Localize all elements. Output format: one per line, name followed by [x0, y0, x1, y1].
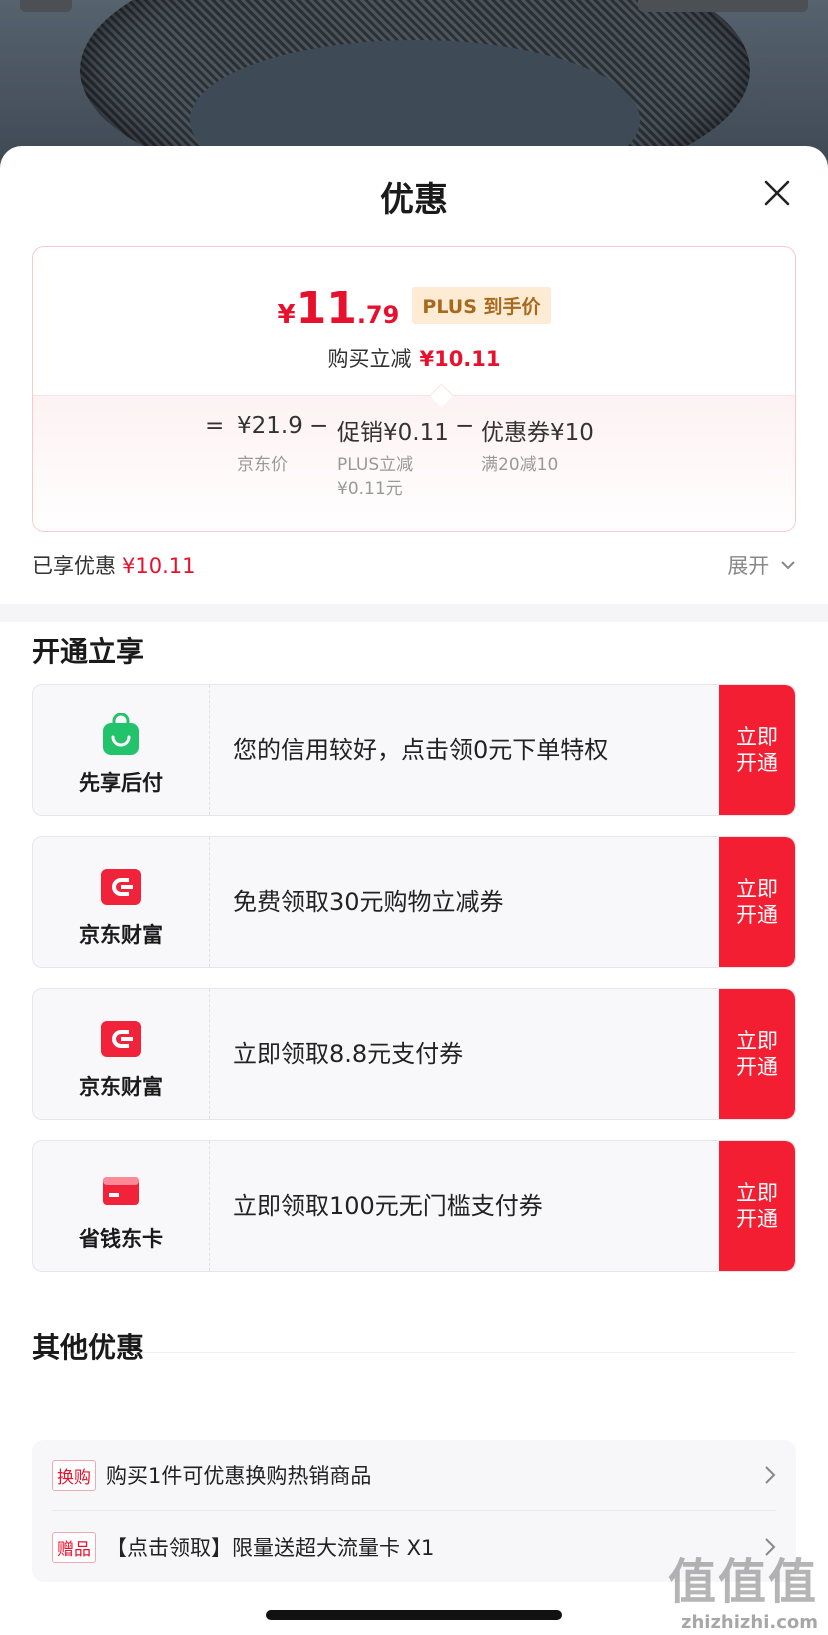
list-item-text: 【点击领取】限量送超大流量卡 X1	[106, 1536, 435, 1560]
offer-brand: 先享后付	[33, 685, 210, 815]
offer-name: 先享后付	[79, 771, 163, 795]
offer-name: 京东财富	[79, 1075, 163, 1099]
activate-button-label: 立即开通	[736, 1029, 778, 1079]
formula-promo: 促销¥0.11	[337, 420, 449, 446]
offer-brand: 京东财富	[33, 837, 210, 967]
back-button-partial[interactable]	[20, 0, 72, 12]
chevron-right-icon	[765, 1466, 776, 1484]
formula-minus: −	[455, 413, 475, 439]
activate-button[interactable]: 立即开通	[719, 685, 795, 815]
bank-card-icon	[103, 1177, 139, 1205]
discount-value: ¥10.11	[419, 347, 501, 371]
base-price-label: 京东价	[237, 455, 288, 475]
formula-equals: =	[205, 413, 225, 439]
offer-card[interactable]: 京东财富 免费领取30元购物立减券 立即开通	[32, 836, 796, 968]
activate-button[interactable]: 立即开通	[719, 989, 795, 1119]
activate-button-label: 立即开通	[736, 725, 778, 775]
offer-brand: 省钱东卡	[33, 1141, 210, 1271]
list-item-text: 购买1件可优惠换购热销商品	[106, 1464, 372, 1488]
activate-button[interactable]: 立即开通	[719, 837, 795, 967]
price-integer: 11	[295, 283, 357, 334]
watermark-logo: 值值值	[667, 1554, 818, 1610]
final-price-row: ¥11.79 PLUS 到手价	[33, 283, 795, 334]
activate-button-label: 立即开通	[736, 1181, 778, 1231]
chevron-down-icon	[781, 561, 795, 570]
expand-button[interactable]: 展开	[727, 550, 796, 580]
offer-description: 您的信用较好，点击领0元下单特权	[233, 736, 609, 764]
activate-button-label: 立即开通	[736, 877, 778, 927]
offer-brand: 京东财富	[33, 989, 210, 1119]
enjoyed-discount: 已享优惠 ¥10.11	[32, 550, 195, 580]
product-image-background	[0, 0, 828, 160]
promo-sub-label: PLUS立减	[337, 455, 414, 475]
offer-description: 立即领取100元无门槛支付券	[233, 1192, 543, 1220]
top-action-partial[interactable]	[638, 0, 808, 12]
discount-sheet: 优惠 ¥11.79 PLUS 到手价 购买立减 ¥10.11 = ¥21.9 − …	[0, 146, 828, 1635]
discount-line: 购买立减 ¥10.11	[33, 343, 795, 373]
price-decimal: .79	[356, 301, 400, 329]
activate-button[interactable]: 立即开通	[719, 1141, 795, 1271]
shopping-bag-icon	[103, 713, 139, 755]
watermark-url: zhizhizhi.com	[680, 1612, 818, 1633]
section-divider-line	[32, 1352, 796, 1353]
section-divider	[0, 604, 828, 622]
watermark: 值值值 zhizhizhi.com	[668, 1542, 818, 1633]
trade-in-tag: 换购	[52, 1459, 96, 1491]
gift-tag: 赠品	[52, 1531, 96, 1563]
price-formula: = ¥21.9 − 促销¥0.11 − 优惠券¥10 京东价 PLUS立减 ¥0…	[33, 413, 795, 523]
offer-name: 京东财富	[79, 923, 163, 947]
jd-wallet-icon	[101, 1021, 141, 1057]
expand-label: 展开	[727, 554, 770, 578]
open-section-title: 开通立享	[32, 635, 145, 668]
row-divider	[52, 1510, 776, 1511]
coupon-sub-label: 满20减10	[481, 455, 559, 475]
sheet-title: 优惠	[380, 180, 448, 220]
offer-name: 省钱东卡	[79, 1227, 163, 1251]
offer-card[interactable]: 省钱东卡 立即领取100元无门槛支付券 立即开通	[32, 1140, 796, 1272]
home-indicator	[266, 1610, 562, 1620]
offer-description: 立即领取8.8元支付券	[233, 1040, 464, 1068]
offer-card[interactable]: 先享后付 您的信用较好，点击领0元下单特权 立即开通	[32, 684, 796, 816]
enjoyed-label: 已享优惠	[32, 554, 116, 578]
enjoyed-value: ¥10.11	[122, 554, 196, 578]
formula-minus: −	[309, 413, 329, 439]
other-section-title: 其他优惠	[32, 1331, 145, 1364]
formula-coupon: 优惠券¥10	[481, 420, 594, 446]
price-breakdown-card: ¥11.79 PLUS 到手价 购买立减 ¥10.11 = ¥21.9 − 促销¥…	[32, 246, 796, 532]
jd-wallet-icon	[101, 869, 141, 905]
close-icon[interactable]	[760, 176, 794, 210]
price-currency: ¥	[277, 300, 296, 330]
offer-card[interactable]: 京东财富 立即领取8.8元支付券 立即开通	[32, 988, 796, 1120]
plus-price-tag: PLUS 到手价	[412, 287, 551, 324]
offer-description: 免费领取30元购物立减券	[233, 888, 504, 916]
list-item[interactable]: 换购 购买1件可优惠换购热销商品	[52, 1440, 776, 1510]
discount-label: 购买立减	[327, 347, 412, 371]
formula-base-price: ¥21.9	[237, 413, 303, 439]
promo-sub-value: ¥0.11元	[337, 479, 403, 499]
